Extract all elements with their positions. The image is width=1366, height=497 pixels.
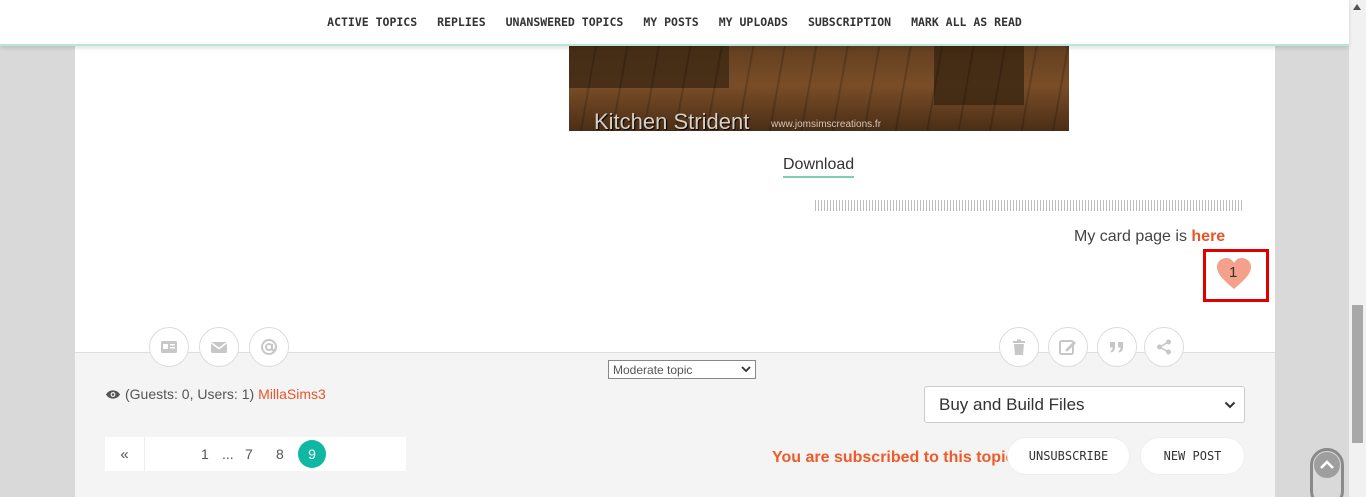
nav-mark-all-read[interactable]: MARK ALL AS READ	[911, 15, 1022, 29]
signature-divider	[815, 200, 1243, 211]
profile-card-icon	[161, 341, 177, 353]
nav-my-posts[interactable]: MY POSTS	[643, 15, 698, 29]
new-post-button[interactable]: NEW POST	[1140, 437, 1245, 475]
share-icon	[1157, 339, 1171, 355]
post-content-area: Kitchen Strident www.jomsimscreations.fr…	[75, 0, 1275, 497]
nav-unanswered-topics[interactable]: UNANSWERED TOPICS	[506, 15, 624, 29]
signature-card-line: My card page is here	[1074, 228, 1225, 246]
forum-jump-value: Buy and Build Files	[939, 394, 1085, 414]
pagination: « 1 ... 7 8 9	[105, 437, 406, 471]
chevron-down-icon	[741, 366, 751, 373]
share-post-button[interactable]	[1144, 327, 1184, 367]
chevron-up-icon	[1320, 460, 1334, 469]
scroll-to-top-button[interactable]	[1310, 448, 1344, 497]
eye-icon	[106, 389, 120, 399]
pagination-page-1[interactable]: 1	[201, 446, 209, 462]
quote-icon	[1110, 342, 1123, 353]
unsubscribe-button[interactable]: UNSUBSCRIBE	[1007, 437, 1130, 475]
edit-icon	[1059, 340, 1076, 355]
top-navigation: ACTIVE TOPICS REPLIES UNANSWERED TOPICS …	[0, 0, 1349, 46]
topic-footer: Moderate topic (Guests: 0, Users: 1) Mil…	[75, 352, 1275, 497]
card-text: My card page is	[1074, 228, 1192, 245]
edit-post-button[interactable]	[1048, 327, 1088, 367]
pagination-current-page: 9	[298, 440, 326, 468]
at-sign-icon	[261, 339, 277, 355]
viewers-count-text: (Guests: 0, Users: 1)	[125, 386, 255, 402]
envelope-icon	[211, 342, 227, 353]
pagination-page-8[interactable]: 8	[276, 446, 284, 462]
chevron-down-icon	[1224, 401, 1236, 408]
card-here-link[interactable]: here	[1191, 228, 1225, 245]
forum-jump-select[interactable]: Buy and Build Files	[924, 386, 1245, 423]
page-scrollbar[interactable]	[1349, 0, 1366, 497]
nav-active-topics[interactable]: ACTIVE TOPICS	[327, 15, 417, 29]
pagination-ellipsis: ...	[222, 446, 234, 462]
nav-subscription[interactable]: SUBSCRIPTION	[808, 15, 891, 29]
delete-post-button[interactable]	[999, 327, 1039, 367]
scroll-top-circle	[1314, 452, 1340, 478]
moderate-topic-select[interactable]: Moderate topic	[608, 360, 756, 379]
send-message-button[interactable]	[199, 327, 239, 367]
topic-viewers: (Guests: 0, Users: 1) MillaSims3	[105, 386, 326, 402]
scroll-up-arrow-icon[interactable]	[1353, 4, 1361, 10]
like-count: 1	[1229, 264, 1238, 281]
download-link[interactable]: Download	[783, 156, 855, 178]
pagination-page-7[interactable]: 7	[245, 446, 253, 462]
image-caption: Kitchen Strident	[594, 109, 750, 131]
moderate-topic-label: Moderate topic	[613, 362, 693, 377]
trash-icon	[1013, 339, 1025, 355]
pagination-prev[interactable]: «	[105, 437, 145, 471]
subscription-status: You are subscribed to this topic:	[772, 449, 1020, 466]
profile-card-button[interactable]	[149, 327, 189, 367]
image-watermark-url: www.jomsimscreations.fr	[771, 119, 882, 130]
nav-replies[interactable]: REPLIES	[437, 15, 485, 29]
scrollbar-thumb[interactable]	[1352, 305, 1363, 443]
quote-post-button[interactable]	[1097, 327, 1137, 367]
viewer-user-link[interactable]: MillaSims3	[258, 386, 326, 402]
mention-button[interactable]	[249, 327, 289, 367]
nav-my-uploads[interactable]: MY UPLOADS	[719, 15, 788, 29]
